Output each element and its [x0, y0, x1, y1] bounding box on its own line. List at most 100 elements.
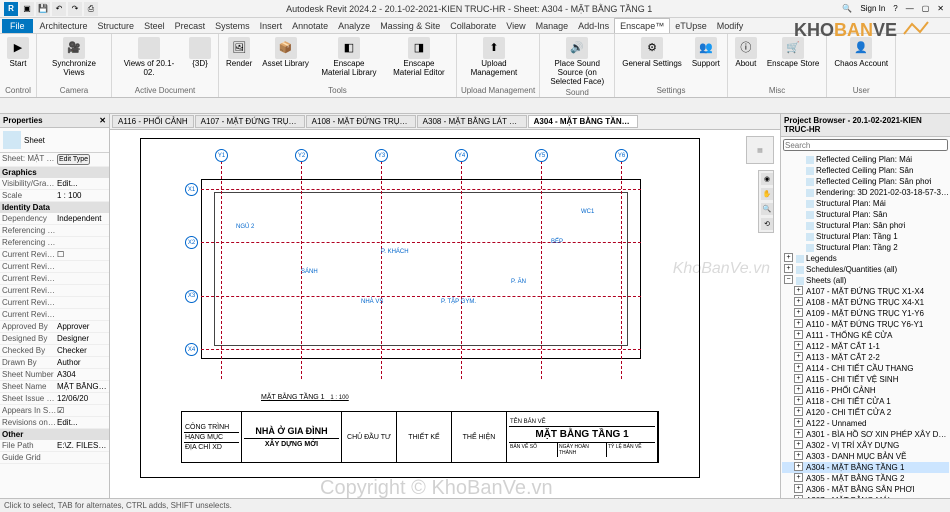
- tree-toggle-icon[interactable]: +: [794, 363, 803, 372]
- file-menu[interactable]: File: [2, 19, 33, 33]
- prop-group-identity-data[interactable]: Identity Data: [0, 202, 109, 213]
- grid-bubble[interactable]: X4: [185, 343, 198, 356]
- edit-type-button[interactable]: Edit Type: [57, 154, 90, 165]
- tree-item[interactable]: +A113 - MẶT CẮT 2-2: [782, 352, 949, 363]
- prop-row[interactable]: Current Revision Issued To: [0, 273, 109, 285]
- prop-row[interactable]: Scale1 : 100: [0, 190, 109, 202]
- prop-row[interactable]: Current Revision Descriptio: [0, 297, 109, 309]
- tree-toggle-icon[interactable]: +: [794, 319, 803, 328]
- minimize-icon[interactable]: —: [904, 4, 916, 13]
- tree-item[interactable]: +A305 - MẶT BẰNG TẦNG 2: [782, 473, 949, 484]
- prop-row[interactable]: Current Revision Issued☐: [0, 249, 109, 261]
- prop-row[interactable]: Sheet Issue Date12/06/20: [0, 393, 109, 405]
- tree-item[interactable]: +Legends: [782, 253, 949, 264]
- prop-row[interactable]: Current Revision Issued By: [0, 261, 109, 273]
- tree-toggle-icon[interactable]: +: [794, 407, 803, 416]
- grid-bubble[interactable]: Y3: [375, 149, 388, 162]
- gridline[interactable]: [201, 349, 641, 350]
- prop-row[interactable]: Designed ByDesigner: [0, 333, 109, 345]
- tree-item[interactable]: Reflected Ceiling Plan: Sân phơi: [782, 176, 949, 187]
- type-selector[interactable]: Sheet: [0, 128, 109, 153]
- view-tab[interactable]: A107 - MẶT ĐỨNG TRỤC X1-X4: [195, 115, 305, 128]
- tree-toggle-icon[interactable]: +: [794, 297, 803, 306]
- tree-toggle-icon[interactable]: +: [794, 429, 803, 438]
- prop-row[interactable]: Sheet NumberA304: [0, 369, 109, 381]
- tree-item[interactable]: +A306 - MẶT BẰNG SÂN PHƠI: [782, 484, 949, 495]
- prop-group-other[interactable]: Other: [0, 429, 109, 440]
- view-tab[interactable]: A116 - PHỐI CẢNH: [112, 115, 194, 128]
- tree-toggle-icon[interactable]: +: [794, 462, 803, 471]
- qat-print-icon[interactable]: ⎙: [84, 2, 98, 16]
- tree-item[interactable]: Rendering: 3D 2021-02-03-18-57-33 (E: [782, 187, 949, 198]
- tree-toggle-icon[interactable]: +: [784, 264, 793, 273]
- tree-item[interactable]: +A109 - MẶT ĐỨNG TRỤC Y1-Y6: [782, 308, 949, 319]
- tree-item[interactable]: +A114 - CHI TIẾT CẦU THANG: [782, 363, 949, 374]
- tree-item[interactable]: −Sheets (all): [782, 275, 949, 286]
- gridline[interactable]: [541, 161, 542, 379]
- tree-toggle-icon[interactable]: +: [794, 484, 803, 493]
- room-tag[interactable]: WC1: [581, 209, 594, 215]
- room-tag[interactable]: P. TẬP GYM.: [441, 299, 476, 305]
- prop-row[interactable]: Approved ByApprover: [0, 321, 109, 333]
- tab-modify[interactable]: Modify: [712, 19, 749, 33]
- nav-wheel-icon[interactable]: ◉: [761, 173, 773, 185]
- tab-insert[interactable]: Insert: [255, 19, 288, 33]
- tree-item[interactable]: Structural Plan: Mái: [782, 198, 949, 209]
- tree-toggle-icon[interactable]: +: [794, 396, 803, 405]
- qat-redo-icon[interactable]: ↷: [68, 2, 82, 16]
- tree-item[interactable]: +A111 - THỐNG KÊ CỬA: [782, 330, 949, 341]
- prop-row[interactable]: Sheet NameMẶT BẰNG TẦNG 1: [0, 381, 109, 393]
- prop-row[interactable]: File PathE:\Z. FILES BUON BAN\BI...: [0, 440, 109, 452]
- browser-search-input[interactable]: [783, 139, 948, 151]
- tree-item[interactable]: +A302 - VỊ TRÍ XÂY DỰNG: [782, 440, 949, 451]
- support-button[interactable]: 👥Support: [689, 36, 723, 70]
- gridline[interactable]: [201, 242, 641, 243]
- prop-row[interactable]: Drawn ByAuthor: [0, 357, 109, 369]
- tree-toggle-icon[interactable]: +: [794, 385, 803, 394]
- view-tab[interactable]: A108 - MẶT ĐỨNG TRỤC X4-X1: [306, 115, 416, 128]
- grid-bubble[interactable]: X1: [185, 183, 198, 196]
- grid-bubble[interactable]: Y4: [455, 149, 468, 162]
- tree-toggle-icon[interactable]: +: [794, 451, 803, 460]
- tree-item[interactable]: +A307 - MẶT BẰNG MÁI: [782, 495, 949, 498]
- store-button[interactable]: 🛒Enscape Store: [764, 36, 822, 70]
- tab-analyze[interactable]: Analyze: [333, 19, 375, 33]
- room-tag[interactable]: NHÀ VS: [361, 299, 383, 305]
- tab-precast[interactable]: Precast: [170, 19, 211, 33]
- room-tag[interactable]: SÁNH: [301, 269, 318, 275]
- tab-view[interactable]: View: [501, 19, 530, 33]
- prop-row[interactable]: Referencing Sheet: [0, 225, 109, 237]
- maximize-icon[interactable]: ▢: [920, 4, 932, 13]
- grid-bubble[interactable]: Y2: [295, 149, 308, 162]
- tree-item[interactable]: +A112 - MẶT CẮT 1-1: [782, 341, 949, 352]
- view-tab[interactable]: A308 - MẶT BẰNG LÁT GẠCH TẦN...: [417, 115, 527, 128]
- tab-collaborate[interactable]: Collaborate: [445, 19, 501, 33]
- grid-bubble[interactable]: Y6: [615, 149, 628, 162]
- grid-bubble[interactable]: Y1: [215, 149, 228, 162]
- close-icon[interactable]: ✕: [935, 4, 946, 13]
- start-button[interactable]: ▶Start: [4, 36, 32, 70]
- nav-zoom-icon[interactable]: 🔍: [761, 203, 773, 215]
- nav-pan-icon[interactable]: ✋: [761, 188, 773, 200]
- prop-row[interactable]: Referencing Detail: [0, 237, 109, 249]
- view-sel-button[interactable]: Views of 20.1-02.: [116, 36, 182, 79]
- gridline[interactable]: [201, 296, 641, 297]
- tree-item[interactable]: +A110 - MẶT ĐỨNG TRỤC Y6-Y1: [782, 319, 949, 330]
- chaos-button[interactable]: 👤Chaos Account: [831, 36, 891, 70]
- prop-row[interactable]: Current Revision: [0, 309, 109, 321]
- tree-toggle-icon[interactable]: +: [784, 253, 793, 262]
- room-tag[interactable]: P. ĂN: [511, 279, 526, 285]
- gridline[interactable]: [621, 161, 622, 379]
- tab-structure[interactable]: Structure: [93, 19, 140, 33]
- matlib-button[interactable]: ◧Enscape Material Library: [316, 36, 382, 79]
- prop-row[interactable]: Guide Grid: [0, 452, 109, 464]
- sheet-view[interactable]: Y1Y2Y3Y4Y5Y6X1X2X3X4 NGỦ 2SÁNHP. KHÁCHNH…: [140, 138, 700, 478]
- room-tag[interactable]: BẾP: [551, 239, 563, 245]
- tree-toggle-icon[interactable]: +: [794, 341, 803, 350]
- tab-manage[interactable]: Manage: [531, 19, 574, 33]
- tree-item[interactable]: Structural Plan: Sân phơi: [782, 220, 949, 231]
- tree-toggle-icon[interactable]: +: [794, 286, 803, 295]
- tree-item[interactable]: +A301 - BÌA HỒ SƠ XIN PHÉP XÂY DỰNG: [782, 429, 949, 440]
- tree-toggle-icon[interactable]: +: [794, 352, 803, 361]
- prop-row[interactable]: Checked ByChecker: [0, 345, 109, 357]
